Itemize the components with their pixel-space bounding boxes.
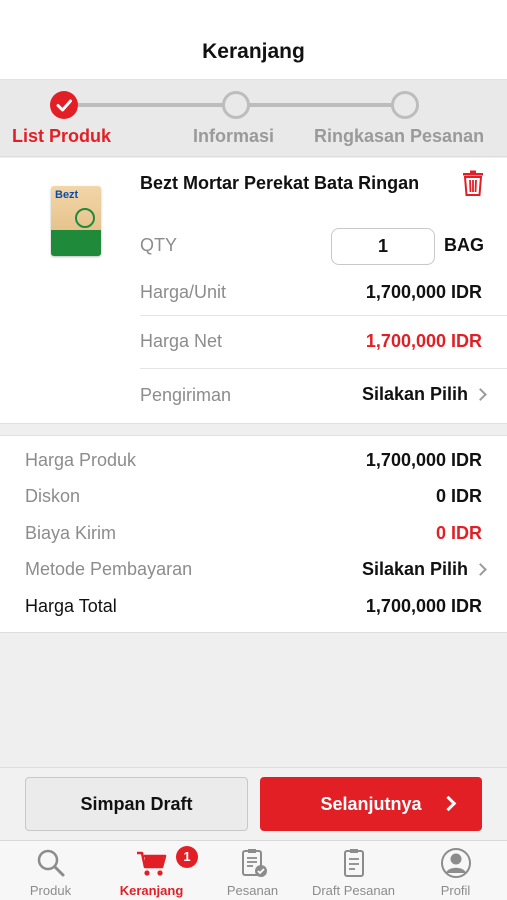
product-image-logo: Bezt	[55, 189, 79, 201]
product-price-label: Harga Produk	[25, 450, 137, 470]
shipping-label: Pengiriman	[140, 385, 232, 405]
shipping-row[interactable]: Pengiriman Silakan Pilih	[140, 368, 507, 423]
total-label: Harga Total	[25, 596, 117, 616]
chevron-right-icon	[440, 795, 457, 812]
tab-label: Profil	[440, 883, 471, 898]
trash-icon[interactable]	[462, 170, 484, 196]
cart-count-badge: 1	[176, 846, 198, 868]
qty-unit: BAG	[444, 235, 484, 255]
summary-row: Diskon 0 IDR	[25, 486, 482, 516]
payment-method-label: Metode Pembayaran	[25, 559, 193, 579]
shipping-select-value: Silakan Pilih	[361, 384, 468, 404]
shipping-cost-label: Biaya Kirim	[25, 523, 117, 543]
tab-pesanan[interactable]: Pesanan	[202, 841, 303, 900]
qty-input[interactable]: 1	[331, 228, 435, 265]
payment-method-select[interactable]: Silakan Pilih	[361, 559, 487, 580]
chevron-right-icon	[474, 388, 487, 401]
tab-label: Keranjang	[119, 883, 184, 898]
net-price-row: Harga Net 1,700,000 IDR	[140, 315, 507, 367]
stepper-line	[249, 103, 392, 107]
checkout-stepper: List Produk Informasi Ringkasan Pesanan	[0, 80, 507, 157]
tab-produk[interactable]: Produk	[0, 841, 101, 900]
step-indicator	[222, 91, 250, 119]
net-price-value: 1,700,000 IDR	[365, 331, 482, 351]
step-label-list-produk[interactable]: List Produk	[12, 126, 111, 147]
action-bar: Simpan Draft Selanjutnya	[0, 767, 507, 840]
cart-item-card: Bezt Bezt Mortar Perekat Bata Ringan QTY…	[0, 158, 507, 423]
discount-value: 0 IDR	[435, 486, 482, 506]
check-icon	[56, 99, 72, 112]
save-draft-button[interactable]: Simpan Draft	[25, 777, 248, 831]
step-indicator	[391, 91, 419, 119]
chevron-right-icon	[474, 563, 487, 576]
tab-profil[interactable]: Profil	[405, 841, 506, 900]
shipping-cost-value: 0 IDR	[435, 523, 482, 543]
payment-method-row[interactable]: Metode Pembayaran Silakan Pilih	[25, 559, 487, 589]
tab-label: Produk	[29, 883, 72, 898]
cart-icon	[136, 851, 166, 876]
bottom-tab-bar: Produk Keranjang 1 Pesanan Draft Pesanan…	[0, 840, 507, 900]
tab-label: Pesanan	[226, 883, 279, 898]
product-price-value: 1,700,000 IDR	[365, 450, 482, 470]
next-button[interactable]: Selanjutnya	[260, 777, 482, 831]
section-divider	[0, 423, 507, 436]
search-icon	[37, 849, 64, 877]
unit-price-value: 1,700,000 IDR	[365, 282, 482, 302]
product-image: Bezt	[51, 186, 101, 256]
app-header: Keranjang	[0, 0, 507, 80]
total-value: 1,700,000 IDR	[365, 596, 482, 616]
net-price-label: Harga Net	[140, 331, 223, 351]
qty-label: QTY	[140, 235, 178, 255]
step-label-ringkasan[interactable]: Ringkasan Pesanan	[314, 126, 484, 147]
order-summary: Harga Produk 1,700,000 IDR Diskon 0 IDR …	[0, 436, 507, 633]
summary-row: Biaya Kirim 0 IDR	[25, 523, 482, 553]
stepper-line	[78, 103, 223, 107]
user-icon	[440, 848, 471, 878]
clipboard-icon	[343, 849, 364, 877]
clipboard-check-icon	[241, 849, 267, 877]
discount-label: Diskon	[25, 486, 81, 506]
page-title: Keranjang	[202, 40, 305, 63]
shipping-select[interactable]: Silakan Pilih	[361, 384, 487, 405]
tab-draft-pesanan[interactable]: Draft Pesanan	[303, 841, 404, 900]
summary-total-row: Harga Total 1,700,000 IDR	[25, 596, 482, 626]
tab-label: Draft Pesanan	[311, 883, 396, 898]
step-label-informasi[interactable]: Informasi	[193, 126, 274, 147]
step-done-indicator	[50, 91, 78, 119]
unit-price-label: Harga/Unit	[140, 282, 227, 302]
payment-method-value: Silakan Pilih	[361, 559, 468, 579]
next-button-label: Selanjutnya	[320, 794, 422, 814]
summary-row: Harga Produk 1,700,000 IDR	[25, 450, 482, 480]
product-name: Bezt Mortar Perekat Bata Ringan	[140, 173, 420, 193]
